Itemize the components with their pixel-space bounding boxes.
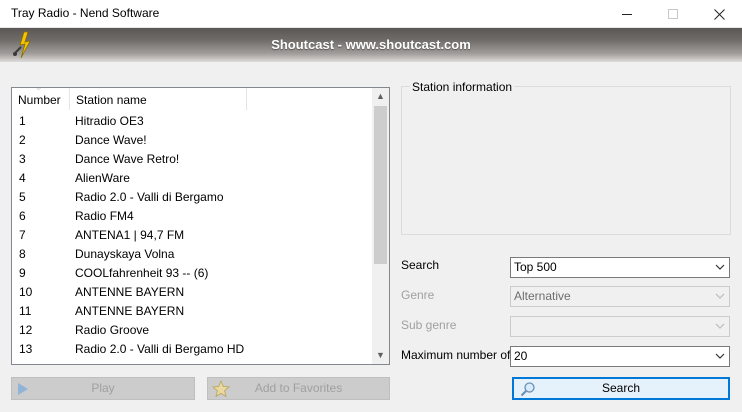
list-item[interactable]: 4 AlienWare — [12, 169, 372, 188]
maximum-number-value: 20 — [514, 349, 528, 363]
chevron-down-icon — [715, 323, 725, 329]
station-name: Dance Wave Retro! — [75, 152, 180, 166]
star-icon — [212, 380, 230, 398]
list-item[interactable]: 6 Radio FM4 — [12, 207, 372, 226]
column-header-number[interactable]: ⌵ Number — [12, 88, 70, 110]
station-number: 7 — [19, 228, 26, 242]
genre-dropdown-value: Alternative — [514, 289, 571, 303]
station-number: 6 — [19, 209, 26, 223]
station-name: Hitradio OE3 — [75, 114, 144, 128]
scroll-up-arrow-icon[interactable]: ▲ — [372, 88, 389, 105]
station-number: 3 — [19, 152, 26, 166]
search-button[interactable]: Search — [512, 377, 730, 400]
list-header: ⌵ Number Station name — [12, 88, 372, 110]
chevron-down-icon — [715, 264, 725, 270]
title-bar: Tray Radio - Nend Software — [0, 0, 742, 28]
list-item[interactable]: 13 Radio 2.0 - Valli di Bergamo HD — [12, 340, 372, 359]
maximize-icon — [668, 9, 678, 19]
station-information-group: Station information — [401, 80, 731, 235]
sort-arrow-icon: ⌵ — [36, 87, 42, 92]
banner-title: Shoutcast - www.shoutcast.com — [271, 37, 471, 52]
list-item[interactable]: 5 Radio 2.0 - Valli di Bergamo — [12, 188, 372, 207]
station-name: ANTENNE BAYERN — [75, 304, 185, 318]
minimize-button[interactable] — [604, 0, 650, 28]
station-name: ANTENA1 | 94,7 FM — [75, 228, 185, 242]
station-name: AlienWare — [75, 171, 130, 185]
station-name: Dunayskaya Volna — [75, 247, 175, 261]
genre-dropdown[interactable]: Alternative — [510, 286, 730, 307]
station-number: 2 — [19, 133, 26, 147]
column-header-name-label: Station name — [76, 93, 147, 107]
station-name: Radio Groove — [75, 323, 150, 337]
vertical-scrollbar[interactable]: ▲ ▼ — [372, 88, 389, 364]
search-dropdown[interactable]: Top 500 — [510, 257, 730, 278]
add-to-favorites-button[interactable]: Add to Favorites — [207, 377, 390, 400]
station-name: Radio 2.0 - Valli di Bergamo — [75, 190, 224, 204]
maximum-number-dropdown[interactable]: 20 — [510, 346, 730, 367]
station-name: Dance Wave! — [75, 133, 147, 147]
window-title: Tray Radio - Nend Software — [11, 6, 160, 20]
station-number: 4 — [19, 171, 26, 185]
sub-genre-dropdown[interactable] — [510, 316, 730, 337]
play-button-label: Play — [91, 381, 115, 395]
close-icon — [713, 8, 725, 20]
close-button[interactable] — [696, 0, 742, 28]
list-item[interactable]: 2 Dance Wave! — [12, 131, 372, 150]
list-item[interactable]: 10 ANTENNE BAYERN — [12, 283, 372, 302]
list-item[interactable]: 7 ANTENA1 | 94,7 FM — [12, 226, 372, 245]
list-item[interactable]: 9 COOLfahrenheit 93 -- (6) — [12, 264, 372, 283]
list-item[interactable]: 12 Radio Groove — [12, 321, 372, 340]
search-label: Search — [401, 258, 440, 272]
column-header-number-label: Number — [18, 93, 61, 107]
station-list[interactable]: ⌵ Number Station name 1 Hitradio OE3 2 Dan… — [11, 87, 390, 365]
list-rows: 1 Hitradio OE3 2 Dance Wave! 3 Dance Wave R… — [12, 112, 372, 359]
magnifier-icon — [520, 382, 535, 397]
scrollbar-thumb[interactable] — [374, 106, 387, 264]
station-name: COOLfahrenheit 93 -- (6) — [75, 266, 209, 280]
station-number: 5 — [19, 190, 26, 204]
scroll-down-arrow-icon[interactable]: ▼ — [372, 347, 389, 364]
station-number: 12 — [19, 323, 33, 337]
station-information-legend: Station information — [410, 80, 515, 94]
station-number: 1 — [19, 114, 26, 128]
station-name: Radio 2.0 - Valli di Bergamo HD — [75, 342, 245, 356]
list-item[interactable]: 8 Dunayskaya Volna — [12, 245, 372, 264]
search-dropdown-value: Top 500 — [514, 260, 557, 274]
genre-label: Genre — [401, 288, 435, 302]
maximize-button[interactable] — [650, 0, 696, 28]
chevron-down-icon — [715, 353, 725, 359]
station-number: 8 — [19, 247, 26, 261]
list-item[interactable]: 11 ANTENNE BAYERN — [12, 302, 372, 321]
maximum-number-label: Maximum number of — [401, 348, 511, 362]
station-number: 10 — [19, 285, 33, 299]
play-icon — [18, 383, 28, 395]
station-name: ANTENNE BAYERN — [75, 285, 185, 299]
list-item[interactable]: 3 Dance Wave Retro! — [12, 150, 372, 169]
column-header-station-name[interactable]: Station name — [70, 88, 247, 110]
chevron-down-icon — [715, 293, 725, 299]
play-button[interactable]: Play — [11, 377, 195, 400]
search-button-label: Search — [601, 381, 641, 395]
minimize-icon — [622, 13, 632, 15]
station-name: Radio FM4 — [75, 209, 134, 223]
station-number: 13 — [19, 342, 33, 356]
add-to-favorites-label: Add to Favorites — [254, 381, 343, 395]
sub-genre-label: Sub genre — [401, 318, 457, 332]
provider-banner: Shoutcast - www.shoutcast.com — [0, 28, 742, 62]
station-number: 11 — [19, 304, 32, 318]
station-number: 9 — [19, 266, 26, 280]
list-item[interactable]: 1 Hitradio OE3 — [12, 112, 372, 131]
